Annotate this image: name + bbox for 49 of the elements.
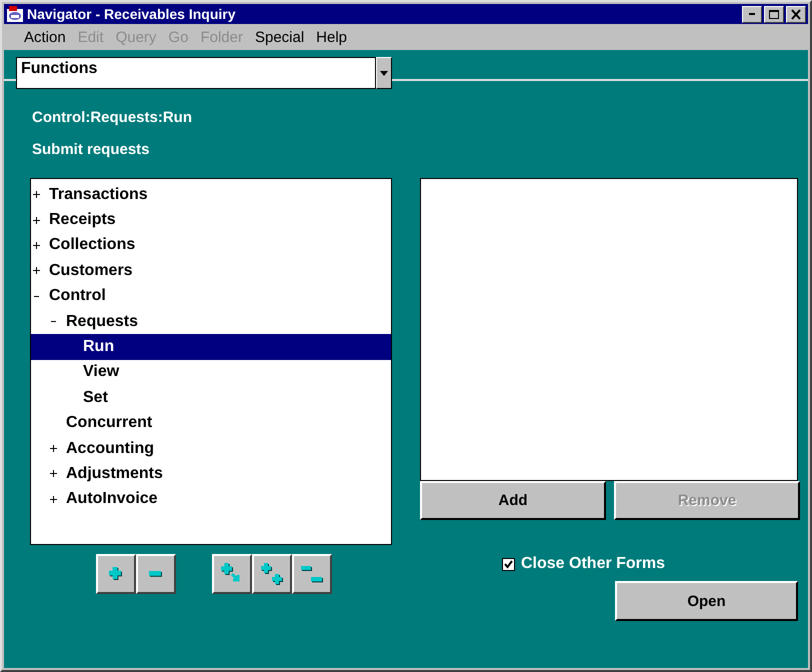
- check-icon: [504, 560, 513, 568]
- maximize-icon: [769, 10, 779, 18]
- expand-icon[interactable]: [33, 191, 40, 198]
- function-selector[interactable]: Functions: [16, 57, 376, 89]
- tree-tool-button[interactable]: [212, 554, 252, 594]
- expand-icon[interactable]: [33, 216, 40, 224]
- tree-item[interactable]: Collections: [31, 232, 391, 258]
- tree-item[interactable]: Customers: [31, 258, 391, 284]
- checkbox[interactable]: [502, 558, 515, 570]
- tree-item[interactable]: Receipts: [31, 207, 391, 233]
- menu-item[interactable]: Help: [316, 28, 348, 46]
- expand-icon[interactable]: [33, 242, 40, 249]
- add-button[interactable]: Add: [420, 481, 606, 520]
- tree-tool-button[interactable]: [252, 554, 292, 594]
- minimize-button[interactable]: [742, 6, 762, 22]
- expand-icon[interactable]: [50, 445, 57, 452]
- double-plus-icon: [260, 562, 284, 586]
- tree-tool-button[interactable]: [292, 554, 332, 594]
- tree-item[interactable]: Set: [31, 385, 391, 411]
- tree-item[interactable]: Run: [31, 334, 391, 360]
- minimize-icon: [749, 13, 755, 15]
- tree-item[interactable]: AutoInvoice: [31, 486, 391, 512]
- menu-item[interactable]: Special: [254, 28, 304, 46]
- tree-item[interactable]: Control: [31, 284, 391, 309]
- expand-icon[interactable]: [33, 267, 40, 274]
- tree-tool-button[interactable]: [96, 554, 136, 594]
- caret-icon: [380, 70, 388, 76]
- checkbox-label: Close Other Forms: [521, 555, 666, 573]
- function-description: Submit requests: [32, 141, 151, 158]
- plus-icon: [109, 567, 123, 581]
- tree-item[interactable]: Requests: [31, 308, 391, 334]
- expand-icon[interactable]: [50, 470, 57, 478]
- tree-item[interactable]: Accounting: [31, 436, 391, 462]
- open-button[interactable]: Open: [615, 581, 798, 621]
- app-icon: [6, 5, 24, 23]
- close-button[interactable]: [786, 6, 806, 22]
- menu-item[interactable]: Action: [24, 28, 66, 46]
- window-title: Navigator - Receivables Inquiry: [27, 6, 237, 22]
- close-icon: [791, 8, 801, 20]
- function-path: Control:Requests:Run: [32, 109, 193, 126]
- tree-tool-button[interactable]: [136, 554, 176, 594]
- expand-icon[interactable]: [50, 496, 57, 503]
- tree-item[interactable]: Concurrent: [31, 410, 391, 436]
- minus-icon: [149, 571, 163, 577]
- tree-item[interactable]: Adjustments: [31, 461, 391, 487]
- tree-item[interactable]: Transactions: [31, 182, 391, 208]
- dropdown-button[interactable]: [376, 57, 392, 89]
- tree-item[interactable]: View: [31, 360, 391, 386]
- maximize-button[interactable]: [764, 6, 784, 22]
